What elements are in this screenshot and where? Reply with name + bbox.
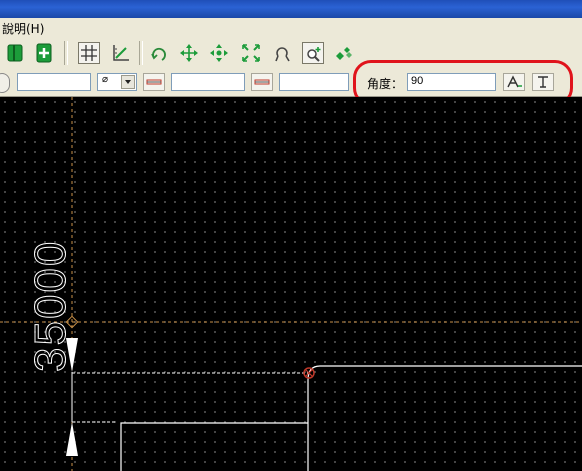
rotate-icon[interactable] — [148, 42, 170, 64]
fill-style-button[interactable] — [251, 73, 273, 91]
dropdown-arrow-icon[interactable] — [121, 75, 135, 89]
rectangle-outline — [120, 422, 308, 471]
diameter-symbol-icon: ⌀ — [102, 74, 109, 85]
rounded-shape-outline — [307, 365, 582, 471]
window-title-bar — [0, 0, 582, 18]
line-width-field[interactable] — [171, 73, 245, 91]
fill-value-field[interactable] — [279, 73, 349, 91]
diagonal-snap-icon[interactable] — [110, 42, 132, 64]
lasso-icon[interactable] — [272, 42, 294, 64]
menu-bar: 說明(H) — [0, 18, 582, 38]
toolbar-separator — [139, 41, 143, 65]
grid-icon[interactable] — [78, 42, 100, 64]
line-style-button[interactable] — [143, 73, 165, 91]
layer-color-swatch[interactable] — [0, 73, 10, 93]
cad-drawing: 35000 — [0, 97, 582, 471]
green-bar-icon[interactable] — [4, 42, 26, 64]
zoom-extents-icon[interactable] — [240, 42, 262, 64]
toolbar-separator — [64, 41, 68, 65]
add-sheet-icon[interactable] — [33, 42, 55, 64]
move-icon[interactable] — [178, 42, 200, 64]
drawing-canvas[interactable]: 35000 — [0, 97, 582, 471]
pan-icon[interactable] — [332, 42, 354, 64]
dimension-arrow-bottom — [66, 422, 78, 456]
zoom-window-icon[interactable] — [302, 42, 324, 64]
linetype-field[interactable] — [17, 73, 91, 91]
diameter-select[interactable]: ⌀ — [97, 73, 137, 91]
scale-icon[interactable] — [208, 42, 230, 64]
dimension-text: 35000 — [26, 240, 75, 372]
menu-help[interactable]: 說明(H) — [2, 20, 44, 37]
